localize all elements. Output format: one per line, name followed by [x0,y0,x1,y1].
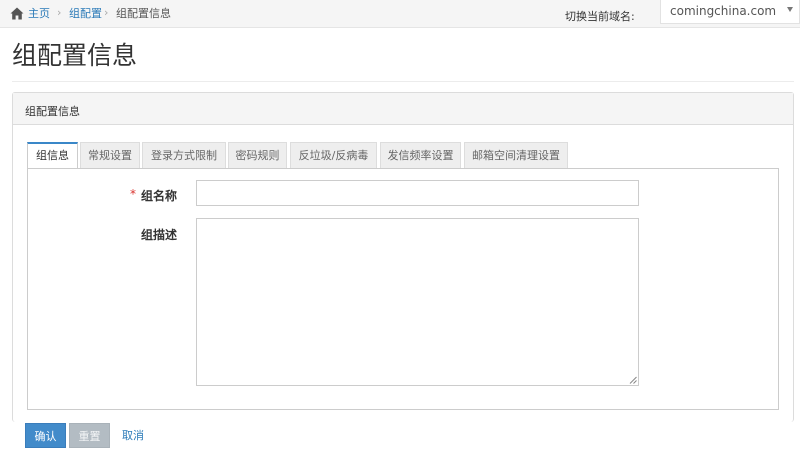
tab-mailbox-cleanup[interactable]: 邮箱空间清理设置 [464,142,568,169]
group-name-input[interactable] [196,180,639,206]
title-divider [12,81,794,82]
breadcrumb-current: 组配置信息 [116,7,171,20]
panel-header: 组配置信息 [13,93,793,125]
domain-select[interactable]: comingchina.com [660,0,800,24]
breadcrumb-separator: › [104,6,109,19]
top-bar: 主页 › 组配置 › 组配置信息 切换当前域名: comingchina.com [0,0,800,28]
required-marker: * [130,187,136,201]
group-description-textarea[interactable] [196,218,639,386]
tab-login-restrictions[interactable]: 登录方式限制 [142,142,226,169]
cancel-link[interactable]: 取消 [116,423,150,448]
home-icon[interactable] [10,7,24,20]
breadcrumb-separator: › [57,6,62,19]
breadcrumb-home-link[interactable]: 主页 [28,7,50,21]
chevron-down-icon [787,7,793,12]
breadcrumb-group-config-link[interactable]: 组配置 [69,7,102,21]
reset-button[interactable]: 重置 [69,423,110,448]
tab-general-settings[interactable]: 常规设置 [80,142,140,169]
tab-password-rules[interactable]: 密码规则 [228,142,287,169]
domain-select-value: comingchina.com [670,4,777,18]
tab-send-frequency[interactable]: 发信频率设置 [380,142,461,169]
confirm-button[interactable]: 确认 [25,423,66,448]
page-title: 组配置信息 [12,41,138,70]
tab-antispam-antivirus[interactable]: 反垃圾/反病毒 [290,142,377,169]
resize-grip-icon[interactable] [629,376,637,384]
domain-switch-label: 切换当前域名: [565,10,635,23]
panel-title: 组配置信息 [25,105,80,118]
tab-group-info[interactable]: 组信息 [27,142,78,170]
group-description-label: 组描述 [141,228,178,242]
group-name-label: 组名称 [141,189,178,203]
